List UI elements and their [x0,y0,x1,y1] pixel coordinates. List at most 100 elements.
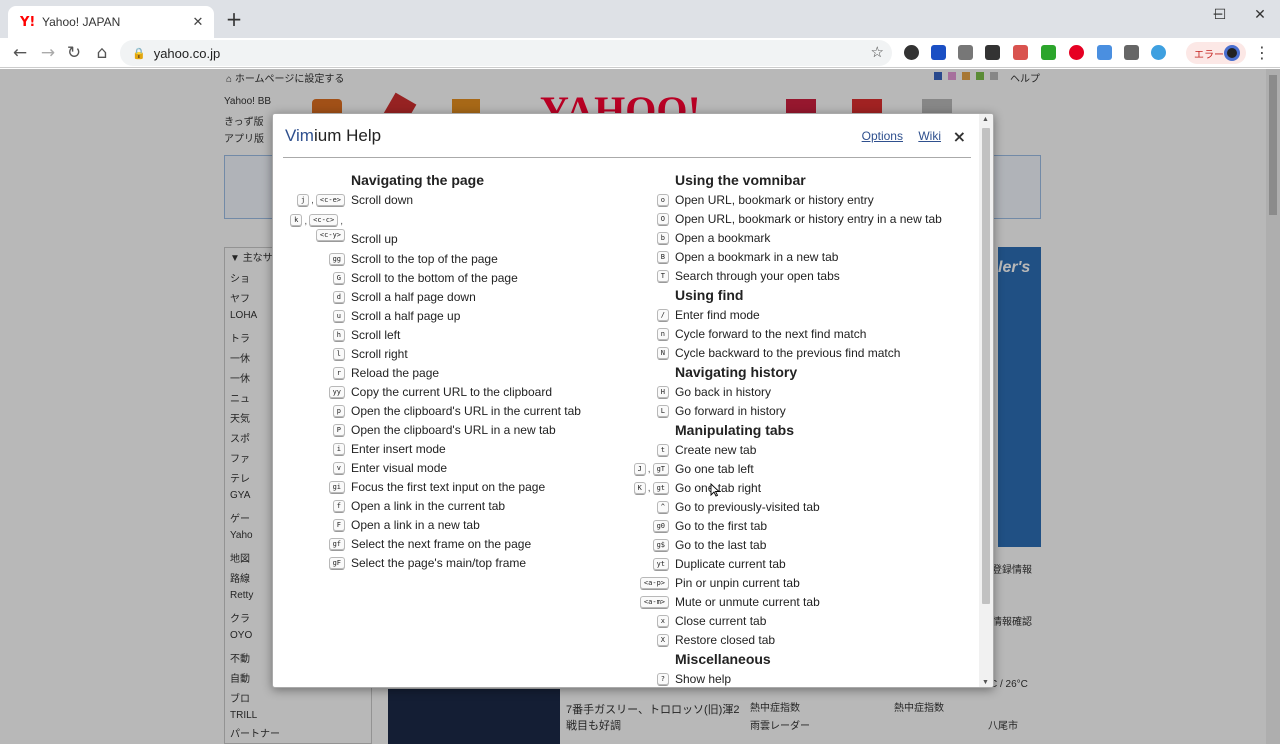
key-badge: X [656,633,669,647]
command-description: Go forward in history [675,403,786,418]
tab-bar: Y! Yahoo! JAPAN ✕ + ─ ☐ ✕ [0,0,1280,38]
m-ext-icon[interactable] [985,45,1000,60]
command-description: Enter visual mode [351,460,448,475]
command-description: Focus the first text input on the page [351,479,546,494]
pocket-ext-icon[interactable] [1124,45,1139,60]
key-badge: <c-e> [315,193,345,207]
avatar [1224,45,1240,61]
command-row: <a-p> Pin or unpin current tab [625,573,942,592]
error-label: エラー [1194,49,1224,61]
key-bindings: yy [287,384,345,399]
pinterest-ext-icon[interactable] [1069,45,1084,60]
key-separator: , [304,216,308,227]
pdf-ext-icon[interactable] [1013,45,1028,60]
key-bindings: r [287,365,345,380]
command-row: u Scroll a half page up [287,306,581,325]
mountain-ext-icon[interactable] [958,45,973,60]
command-row: b Open a bookmark [625,228,942,247]
key-bindings: <a-m> [625,594,669,609]
key-badge: g$ [652,538,669,552]
bookmark-star-icon[interactable]: ☆ [871,43,884,61]
key-badge: K [633,481,646,495]
key-badge: r [332,366,345,380]
key-separator: , [647,483,651,495]
command-description: Select the page's main/top frame [351,555,527,570]
dialog-title: Vimium Help [285,126,382,145]
divider [283,157,971,158]
github-ext-icon[interactable] [904,45,919,60]
command-description: Open a bookmark in a new tab [675,249,839,264]
key-bindings: <a-p> [625,575,669,590]
key-badge: H [656,385,669,399]
command-row: g$ Go to the last tab [625,535,942,554]
key-badge: yy [328,385,345,399]
scroll-down-icon[interactable]: ▼ [982,679,989,686]
wiki-link[interactable]: Wiki [918,129,941,143]
key-badge: gf [328,537,345,551]
key-bindings: gg [287,251,345,266]
check-ext-icon[interactable] [1041,45,1056,60]
command-description: Cycle backward to the previous find matc… [675,345,901,360]
scroll-up-icon[interactable]: ▲ [982,116,989,123]
key-bindings: J, gT [625,461,669,476]
key-bindings: g0 [625,518,669,533]
forward-icon[interactable]: → [36,41,60,65]
command-row: r Reload the page [287,363,581,382]
command-description: Restore closed tab [675,632,776,647]
tab-yahoo[interactable]: Y! Yahoo! JAPAN ✕ [8,6,214,38]
command-description: Enter insert mode [351,441,446,456]
command-row: n Cycle forward to the next find match [625,324,942,343]
command-row: k, <c-c> ,<c-y> Scroll up [287,209,581,249]
info-ext-icon[interactable] [931,45,946,60]
key-badge: t [656,443,669,457]
key-bindings: N [625,345,669,360]
section-heading: Using the vomnibar [675,172,806,188]
key-badge: <a-m> [639,595,669,609]
options-link[interactable]: Options [862,129,903,143]
key-badge: yt [652,557,669,571]
key-bindings: H [625,384,669,399]
menu-icon[interactable]: ⋮ [1254,43,1270,63]
command-description: Open a link in the current tab [351,498,506,513]
scrollbar-thumb[interactable] [982,128,990,604]
new-tab-button[interactable]: + [224,9,244,29]
profile-error-button[interactable]: エラー [1186,42,1246,64]
section-heading: Miscellaneous [675,651,771,667]
close-icon[interactable]: × [953,127,966,146]
key-bindings: gi [287,479,345,494]
maximize-button[interactable]: ☐ [1200,0,1240,30]
key-bindings: j, <c-e> [287,192,345,207]
key-badge: k [290,214,303,228]
section-heading: Using find [675,287,744,303]
reload-icon[interactable]: ↻ [62,41,86,65]
command-description: Scroll to the bottom of the page [351,270,518,285]
translate-ext-icon[interactable] [1097,45,1112,60]
command-row: yt Duplicate current tab [625,554,942,573]
key-badge: J [633,462,646,476]
command-row: <a-m> Mute or unmute current tab [625,592,942,611]
command-row: l Scroll right [287,344,581,363]
back-icon[interactable]: ← [8,41,32,65]
right-column: Using the vomnibar o Open URL, bookmark or… [625,170,942,687]
command-row: X Restore closed tab [625,630,942,649]
key-bindings: v [287,460,345,475]
key-bindings: t [625,442,669,457]
tab-close-icon[interactable]: ✕ [190,15,206,30]
vimium-ext-icon[interactable] [1151,45,1166,60]
address-bar[interactable]: 🔒 yahoo.co.jp ☆ [120,40,892,66]
key-badge: p [332,404,345,418]
close-window-button[interactable]: ✕ [1240,0,1280,30]
key-badge: G [332,271,345,285]
command-description: Select the next frame on the page [351,536,532,551]
key-badge: f [332,499,345,513]
section-heading: Navigating history [675,364,798,380]
command-description: Scroll down [351,192,414,207]
key-bindings: l [287,346,345,361]
key-badge: ? [656,672,669,686]
key-bindings: gF [287,555,345,570]
dialog-scrollbar[interactable]: ▲ ▼ [979,114,993,687]
command-description: Go one tab left [675,461,754,476]
key-badge: gi [328,480,345,494]
command-description: Scroll to the top of the page [351,251,498,266]
home-icon[interactable]: ⌂ [90,41,114,65]
